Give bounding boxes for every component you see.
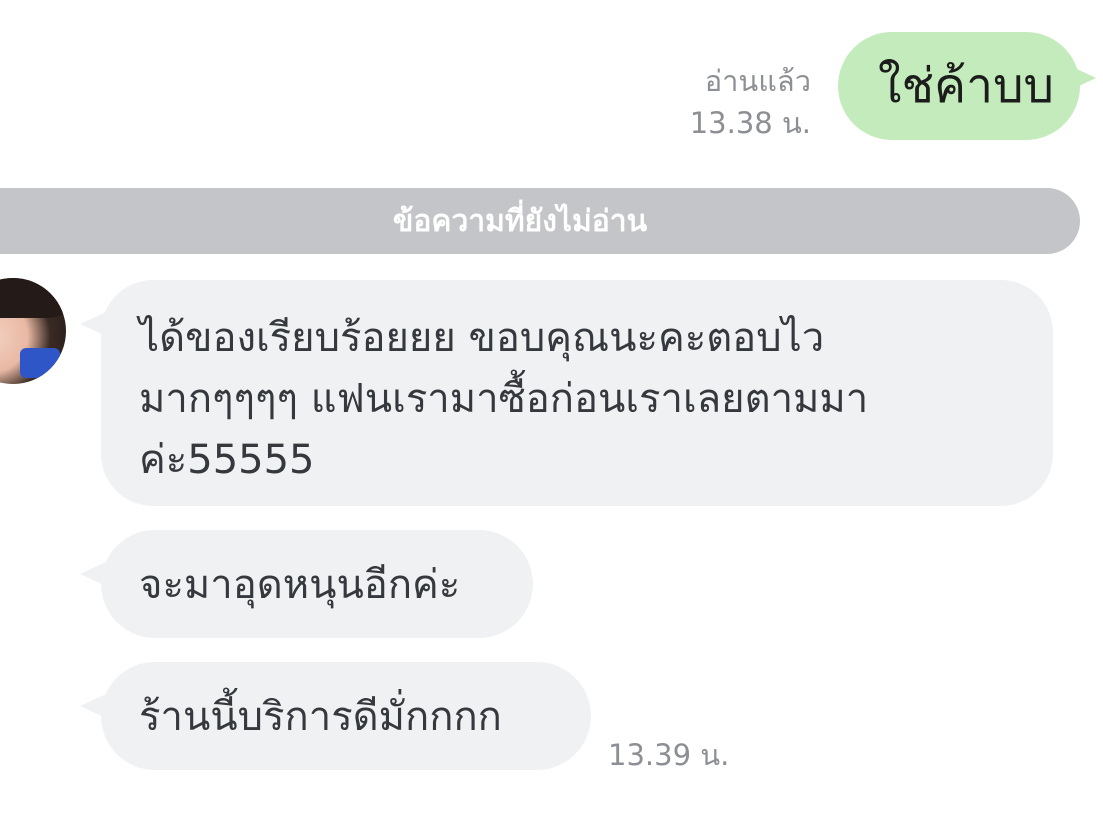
avatar-shirt <box>20 348 60 378</box>
incoming-message-line: ได้ของเรียบร้อยยย ขอบคุณนะคะตอบไว <box>139 315 825 361</box>
avatar-hair <box>0 278 66 318</box>
outgoing-message-meta: อ่านแล้ว 13.38 น. <box>690 60 811 144</box>
outgoing-message-time: 13.38 น. <box>689 106 811 140</box>
sender-avatar[interactable] <box>0 278 66 384</box>
unread-divider-label: ข้อความที่ยังไม่อ่าน <box>392 203 648 239</box>
incoming-message-bubble[interactable]: ได้ของเรียบร้อยยย ขอบคุณนะคะตอบไว มากๆๆๆ… <box>101 280 1053 506</box>
incoming-message-time: 13.39 น. <box>608 738 730 772</box>
outgoing-message-text: ใช่ค้าบบ <box>878 58 1055 114</box>
outgoing-bubble-tail <box>1066 64 1096 92</box>
incoming-message-line: ค่ะ55555 <box>139 437 315 483</box>
read-status: อ่านแล้ว <box>704 64 811 98</box>
incoming-message-bubble[interactable]: จะมาอุดหนุนอีกค่ะ <box>101 530 533 638</box>
unread-messages-divider: ข้อความที่ยังไม่อ่าน <box>0 188 1080 254</box>
incoming-message-text: จะมาอุดหนุนอีกค่ะ <box>139 562 461 608</box>
incoming-message-bubble[interactable]: ร้านนี้บริการดีมั่กกกก <box>101 662 591 770</box>
incoming-message-text: ร้านนี้บริการดีมั่กกกก <box>139 694 502 740</box>
outgoing-message-bubble[interactable]: ใช่ค้าบบ <box>838 32 1080 140</box>
chat-screen: อ่านแล้ว 13.38 น. ใช่ค้าบบ ข้อความที่ยัง… <box>0 0 1103 836</box>
incoming-message-line: มากๆๆๆๆ แฟนเรามาซื้อก่อนเราเลยตามมา <box>139 376 869 422</box>
